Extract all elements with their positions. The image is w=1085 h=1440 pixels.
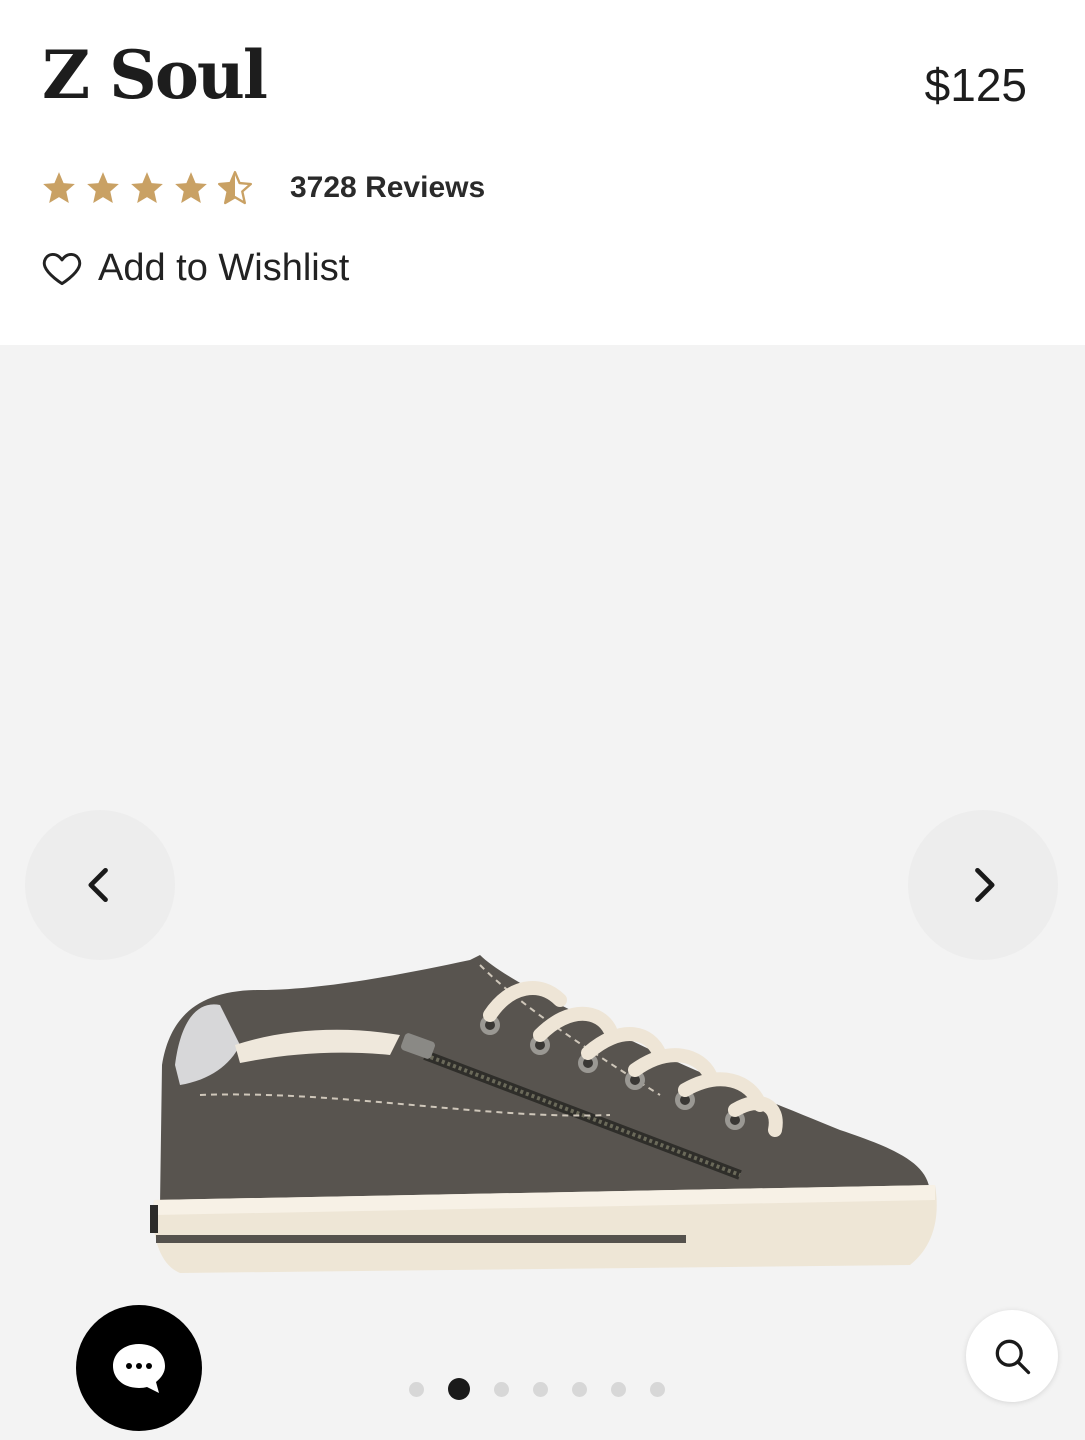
- carousel-dot[interactable]: [533, 1381, 548, 1397]
- star-icon: [131, 172, 163, 204]
- reviews-count[interactable]: 3728 Reviews: [290, 171, 485, 205]
- product-header: Z Soul $125 3728 Reviews Add to Wishlist: [0, 0, 1085, 345]
- carousel-dot[interactable]: [409, 1381, 424, 1397]
- search-icon: [995, 1339, 1031, 1375]
- previous-image-button[interactable]: [25, 810, 175, 960]
- star-half-icon: [217, 170, 253, 205]
- wishlist-label: Add to Wishlist: [98, 246, 350, 289]
- chevron-left-icon: [88, 867, 108, 903]
- next-image-button[interactable]: [908, 810, 1058, 960]
- carousel-pagination: [409, 1378, 665, 1400]
- star-icon: [175, 172, 207, 204]
- chevron-right-icon: [975, 867, 995, 903]
- product-price: $125: [924, 59, 1027, 111]
- star-rating: [40, 169, 254, 207]
- product-image-sneaker: [150, 955, 937, 1273]
- chat-button[interactable]: [76, 1305, 202, 1431]
- carousel-dot-active[interactable]: [448, 1378, 470, 1400]
- heart-icon: [42, 252, 82, 286]
- rating-row[interactable]: 3728 Reviews: [40, 166, 485, 210]
- star-icon: [87, 172, 119, 204]
- carousel-dot[interactable]: [572, 1381, 587, 1397]
- search-button[interactable]: [966, 1310, 1058, 1402]
- add-to-wishlist-button[interactable]: Add to Wishlist: [40, 246, 349, 290]
- carousel-dot[interactable]: [494, 1381, 509, 1397]
- carousel-dot[interactable]: [611, 1381, 626, 1397]
- product-image-gallery[interactable]: [0, 345, 1085, 1440]
- product-title: Z Soul: [42, 36, 268, 114]
- star-icon: [43, 172, 75, 204]
- chat-bubble-icon: [113, 1344, 165, 1393]
- carousel-dot[interactable]: [650, 1381, 665, 1397]
